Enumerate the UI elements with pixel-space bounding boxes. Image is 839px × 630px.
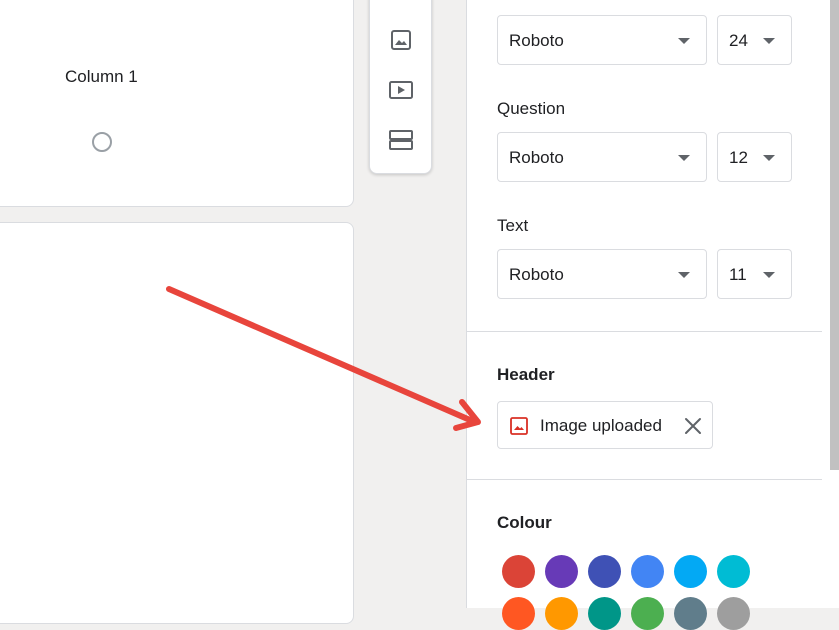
header-section-title: Header [497,365,555,384]
section-icon [389,130,413,150]
add-section-button[interactable] [386,125,416,155]
text-size-select[interactable]: 11 [717,249,792,299]
colour-swatch[interactable] [588,597,621,630]
colour-swatch[interactable] [588,555,621,588]
header-chip-label: Image uploaded [540,416,662,435]
floating-toolbar [369,0,432,174]
question-font-value: Roboto [509,148,564,167]
divider [467,331,822,332]
colour-section-title: Colour [497,513,552,532]
column-label: Column 1 [65,67,138,86]
chevron-down-icon [763,38,775,44]
chevron-down-icon [763,272,775,278]
question-size-value: 12 [729,148,748,167]
radio-button[interactable] [92,132,112,152]
chevron-down-icon [763,155,775,161]
question-card-2 [0,222,354,624]
scrollbar[interactable] [830,0,839,470]
title-font-select[interactable]: Roboto [497,15,707,65]
colour-swatch[interactable] [717,597,750,630]
colour-swatch[interactable] [631,555,664,588]
question-label: Question [497,99,566,118]
colour-swatch[interactable] [502,555,535,588]
question-card [0,0,354,207]
colour-swatch[interactable] [717,555,750,588]
chevron-down-icon [678,155,690,161]
image-icon [391,30,411,50]
title-size-select[interactable]: 24 [717,15,792,65]
colour-swatch[interactable] [502,597,535,630]
divider [467,479,822,480]
colour-swatch[interactable] [674,555,707,588]
colour-swatch[interactable] [674,597,707,630]
chevron-down-icon [678,272,690,278]
text-font-select[interactable]: Roboto [497,249,707,299]
question-font-select[interactable]: Roboto [497,132,707,182]
colour-swatch[interactable] [631,597,664,630]
chevron-down-icon [678,38,690,44]
colour-swatch[interactable] [545,597,578,630]
add-image-button[interactable] [386,25,416,55]
close-icon[interactable] [682,415,704,437]
title-size-value: 24 [729,31,748,50]
question-size-select[interactable]: 12 [717,132,792,182]
header-image-chip[interactable]: Image uploaded [497,401,713,449]
image-icon [510,417,528,435]
text-font-value: Roboto [509,265,564,284]
title-font-value: Roboto [509,31,564,50]
add-video-button[interactable] [386,75,416,105]
video-icon [389,81,413,99]
text-size-value: 11 [729,265,747,284]
colour-swatch[interactable] [545,555,578,588]
text-label: Text [497,216,529,235]
